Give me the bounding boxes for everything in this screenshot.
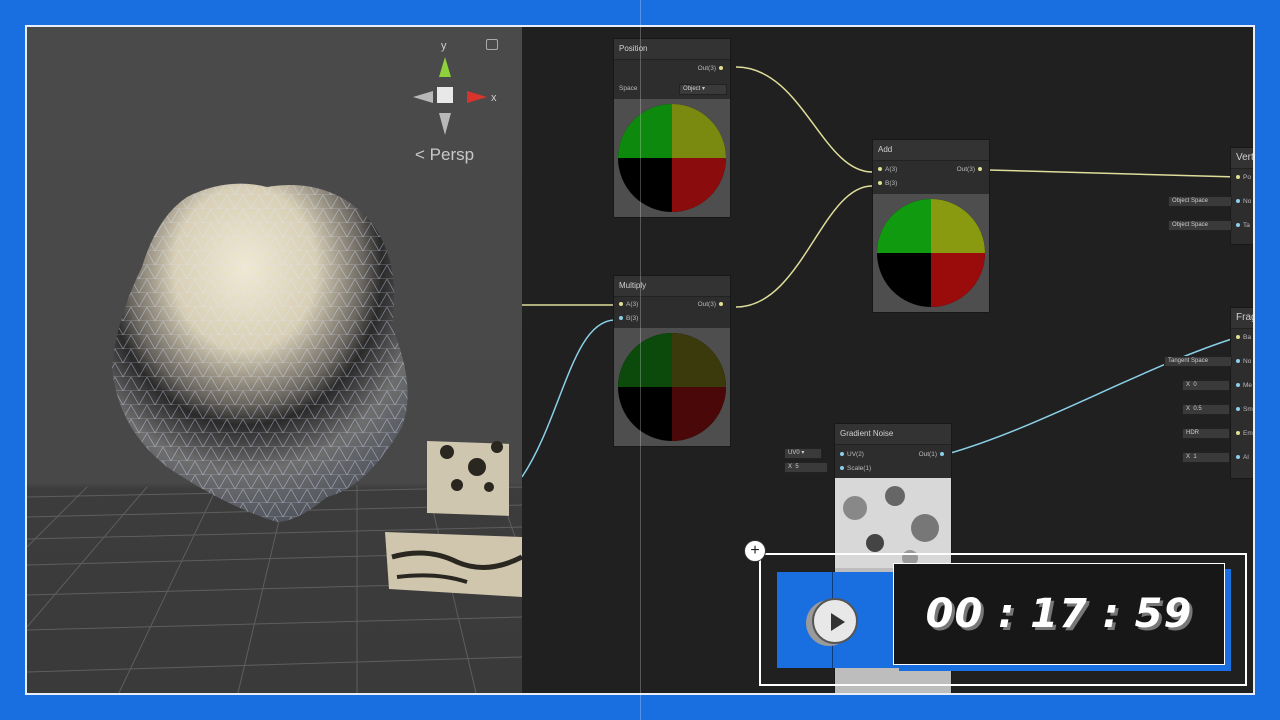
center-guide-line (640, 0, 641, 720)
node-preview (614, 328, 730, 446)
node-title: Gradient Noise (835, 424, 951, 445)
edge-multiply-add (735, 185, 873, 308)
port-uv[interactable]: UV(2) (837, 451, 864, 458)
port-normal[interactable]: No (1233, 198, 1251, 205)
axis-y-label: y (441, 40, 447, 52)
node-preview (873, 194, 989, 312)
noise-plane-preview (385, 532, 522, 597)
metallic-input[interactable]: X 0 (1182, 380, 1230, 391)
node-fragment[interactable]: Frag Ba No Me Sm Em Al (1230, 307, 1253, 479)
port-tangent[interactable]: Ta (1233, 222, 1250, 229)
port-b[interactable]: B(3) (616, 315, 638, 322)
node-preview (614, 99, 730, 217)
add-icon[interactable]: + (744, 540, 766, 562)
port-smoothness[interactable]: Sm (1233, 406, 1253, 413)
perspective-toggle[interactable]: < Persp (415, 145, 474, 165)
port-out[interactable]: Out(3) (698, 301, 726, 308)
lock-icon[interactable] (486, 39, 498, 50)
tangent-space-field[interactable]: Object Space (1168, 220, 1232, 231)
node-multiply[interactable]: Multiply A(3) B(3) Out(3) (613, 275, 731, 447)
node-add[interactable]: Add A(3) B(3) Out(3) (872, 139, 990, 313)
node-position[interactable]: Position Out(3) Space Object ▾ (613, 38, 731, 218)
edge-in-multiply-b (522, 319, 615, 478)
scale-input[interactable]: X 5 (784, 462, 828, 473)
node-title: Multiply (614, 276, 730, 297)
port-a[interactable]: A(3) (875, 166, 897, 173)
port-base-color[interactable]: Ba (1233, 334, 1251, 341)
emission-color-field[interactable]: HDR (1182, 428, 1230, 439)
uv-channel-dropdown[interactable]: UV0 ▾ (784, 448, 822, 459)
port-alpha[interactable]: Al (1233, 454, 1249, 461)
tangent-space-field[interactable]: Tangent Space (1164, 356, 1232, 367)
noise-texture-preview (427, 440, 509, 516)
axis-gizmo-icon[interactable]: y x (407, 37, 507, 147)
port-normal[interactable]: No (1233, 358, 1251, 365)
node-title: Frag (1231, 308, 1253, 329)
port-a[interactable]: A(3) (616, 301, 638, 308)
node-title: Position (614, 39, 730, 60)
play-button[interactable] (812, 598, 858, 644)
port-position[interactable]: Po (1233, 174, 1251, 181)
node-title: Add (873, 140, 989, 161)
port-emission[interactable]: Em (1233, 430, 1253, 437)
port-metallic[interactable]: Me (1233, 382, 1252, 389)
space-label: Space (619, 85, 638, 92)
smoothness-input[interactable]: X 0.5 (1182, 404, 1230, 415)
play-icon (831, 613, 845, 631)
normal-space-field[interactable]: Object Space (1168, 196, 1232, 207)
port-out[interactable]: Out(1) (919, 451, 947, 458)
timer-display: 00 : 17 : 59 (893, 563, 1225, 665)
port-out[interactable]: Out(3) (957, 166, 985, 173)
edge-add-vertex (987, 169, 1239, 178)
scene-view[interactable]: y x < Persp (27, 27, 522, 693)
node-title: Verte (1231, 148, 1253, 169)
axis-x-label: x (491, 92, 497, 104)
alpha-input[interactable]: X 1 (1182, 452, 1230, 463)
port-scale[interactable]: Scale(1) (837, 465, 871, 472)
view-mode-label: Persp (429, 145, 475, 164)
edge-position-add (735, 66, 873, 173)
space-dropdown[interactable]: Object ▾ (679, 84, 727, 95)
port-out[interactable]: Out(3) (698, 65, 726, 72)
timer-text: 00 : 17 : 59 (925, 591, 1193, 637)
node-vertex[interactable]: Verte Po No Ta (1230, 147, 1253, 245)
orientation-gizmo[interactable]: y x (407, 37, 507, 147)
port-b[interactable]: B(3) (875, 180, 897, 187)
